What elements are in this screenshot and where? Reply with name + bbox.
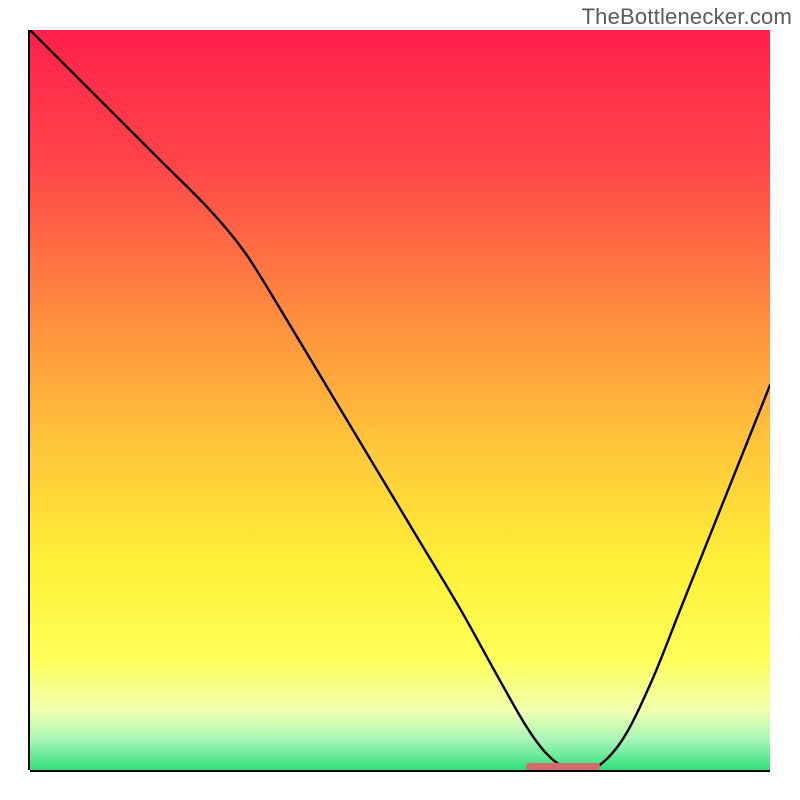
watermark-text: TheBottlenecker.com xyxy=(582,4,792,30)
bottleneck-curve-path xyxy=(30,30,770,770)
curve-svg xyxy=(30,30,770,770)
plot-area xyxy=(30,30,770,770)
x-axis xyxy=(30,770,770,772)
bottom-marker xyxy=(526,763,600,770)
y-axis xyxy=(28,30,30,770)
chart-container: TheBottlenecker.com xyxy=(0,0,800,800)
